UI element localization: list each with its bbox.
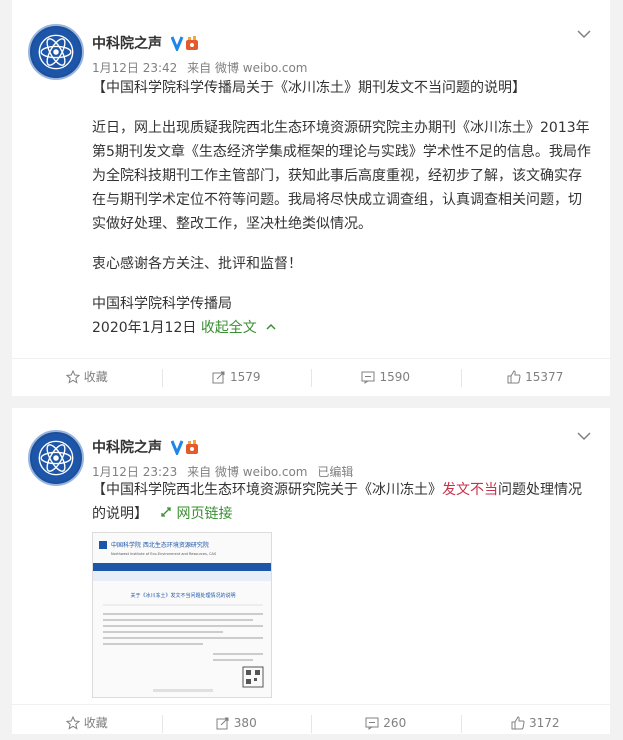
comment-button[interactable]: 1590 bbox=[311, 359, 461, 394]
verified-icon bbox=[171, 439, 201, 455]
weibo-post-1: 中科院之声 1月12日 23:42 来自 微博 weibo.com 【中国科学院… bbox=[12, 0, 610, 396]
comment-button[interactable]: 260 bbox=[311, 705, 461, 740]
post-header: 中科院之声 1月12日 23:42 来自 微博 weibo.com bbox=[92, 32, 314, 76]
chevron-up-icon bbox=[266, 323, 276, 330]
chevron-down-icon[interactable] bbox=[576, 428, 592, 444]
document-preview: 中国科学院 西北生态环境资源研究院 Northwest Institute of… bbox=[93, 533, 271, 697]
favorite-button[interactable]: 收藏 bbox=[12, 359, 162, 394]
post-content: 【中国科学院科学传播局关于《冰川冻土》期刊发文不当问题的说明】 近日，网上出现质… bbox=[92, 76, 592, 340]
like-button[interactable]: 15377 bbox=[460, 359, 611, 394]
star-icon bbox=[65, 369, 80, 384]
post-content: 【中国科学院西北生态环境资源研究院关于《冰川冻土》发文不当问题处理情况的说明】 … bbox=[92, 478, 592, 526]
post-title: 【中国科学院科学传播局关于《冰川冻土》期刊发文不当问题的说明】 bbox=[92, 80, 526, 96]
cas-logo-icon bbox=[31, 433, 81, 483]
post-source: 来自 微博 weibo.com bbox=[187, 60, 308, 75]
weibo-post-2: 中科院之声 1月12日 23:23 来自 微博 weibo.com 已编辑 【中… bbox=[12, 408, 610, 734]
cas-logo-icon bbox=[31, 27, 81, 77]
avatar[interactable] bbox=[28, 24, 84, 80]
thumbs-up-icon bbox=[511, 715, 525, 729]
author-name[interactable]: 中科院之声 bbox=[92, 437, 162, 457]
action-bar: 收藏 380 260 3172 bbox=[12, 704, 610, 740]
avatar[interactable] bbox=[28, 430, 84, 486]
post-body: 近日，网上出现质疑我院西北生态环境资源研究院主办期刊《冰川冻土》2013年第5期… bbox=[92, 120, 591, 232]
highlight-text: 发文不当 bbox=[442, 482, 498, 498]
post-date[interactable]: 1月12日 23:23 bbox=[92, 465, 177, 479]
post-date[interactable]: 1月12日 23:42 bbox=[92, 61, 177, 75]
author-name[interactable]: 中科院之声 bbox=[92, 33, 162, 53]
post-title: 【中国科学院西北生态环境资源研究院关于《冰川冻土》发文不当问题处理情况的说明】 … bbox=[92, 482, 582, 522]
like-button[interactable]: 3172 bbox=[460, 705, 611, 740]
post-header: 中科院之声 1月12日 23:23 来自 微博 weibo.com 已编辑 bbox=[92, 436, 359, 480]
post-meta: 1月12日 23:42 来自 微博 weibo.com bbox=[92, 59, 314, 76]
repost-icon bbox=[212, 371, 225, 383]
link-thumbnail[interactable]: 中国科学院 西北生态环境资源研究院 Northwest Institute of… bbox=[92, 532, 272, 698]
thumbs-up-icon bbox=[507, 369, 521, 383]
comment-icon bbox=[365, 717, 379, 730]
action-bar: 收藏 1579 1590 15377 bbox=[12, 358, 610, 394]
comment-icon bbox=[361, 371, 375, 384]
link-icon bbox=[161, 507, 172, 517]
edited-label: 已编辑 bbox=[317, 464, 354, 479]
repost-button[interactable]: 1579 bbox=[161, 359, 312, 394]
thumb-doc-title: 关于《冰川冻土》发文不当问题处理情况的说明 bbox=[130, 592, 235, 599]
star-icon bbox=[65, 715, 80, 730]
chevron-down-icon[interactable] bbox=[576, 26, 592, 42]
post-sign-date: 2020年1月12日 bbox=[92, 320, 197, 336]
repost-icon bbox=[216, 717, 229, 729]
thumb-org-cn: 中国科学院 西北生态环境资源研究院 bbox=[111, 541, 209, 549]
favorite-button[interactable]: 收藏 bbox=[12, 705, 162, 740]
post-signature: 中国科学院科学传播局 bbox=[92, 296, 232, 312]
verified-icon bbox=[171, 35, 201, 51]
web-link[interactable]: 网页链接 bbox=[152, 506, 232, 522]
post-meta: 1月12日 23:23 来自 微博 weibo.com 已编辑 bbox=[92, 463, 359, 480]
collapse-text-link[interactable]: 收起全文 bbox=[201, 320, 277, 336]
post-thanks: 衷心感谢各方关注、批评和监督！ bbox=[92, 256, 302, 272]
thumb-org-en: Northwest Institute of Eco-Environment a… bbox=[111, 552, 217, 556]
post-source: 来自 微博 weibo.com bbox=[187, 464, 308, 479]
repost-button[interactable]: 380 bbox=[161, 705, 312, 740]
